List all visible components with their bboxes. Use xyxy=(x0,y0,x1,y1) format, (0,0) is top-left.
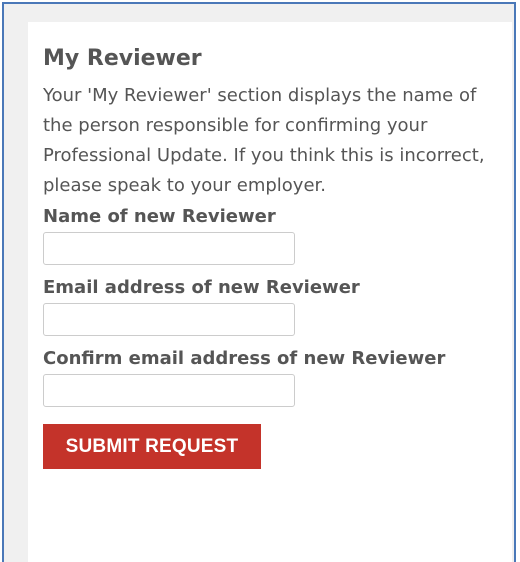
submit-request-button[interactable]: SUBMIT REQUEST xyxy=(43,424,261,469)
reviewer-panel: My Reviewer Your 'My Reviewer' section d… xyxy=(28,22,512,562)
reviewer-name-input[interactable] xyxy=(43,232,295,265)
reviewer-form: My Reviewer Your 'My Reviewer' section d… xyxy=(43,46,503,469)
window-frame: My Reviewer Your 'My Reviewer' section d… xyxy=(2,2,516,562)
reviewer-email-input[interactable] xyxy=(43,303,295,336)
email-label: Email address of new Reviewer xyxy=(43,277,360,298)
confirm-email-label: Confirm email address of new Reviewer xyxy=(43,348,446,369)
name-label: Name of new Reviewer xyxy=(43,206,276,227)
section-description: Your 'My Reviewer' section displays the … xyxy=(43,85,485,196)
reviewer-confirm-email-input[interactable] xyxy=(43,374,295,407)
section-title: My Reviewer xyxy=(43,46,202,71)
